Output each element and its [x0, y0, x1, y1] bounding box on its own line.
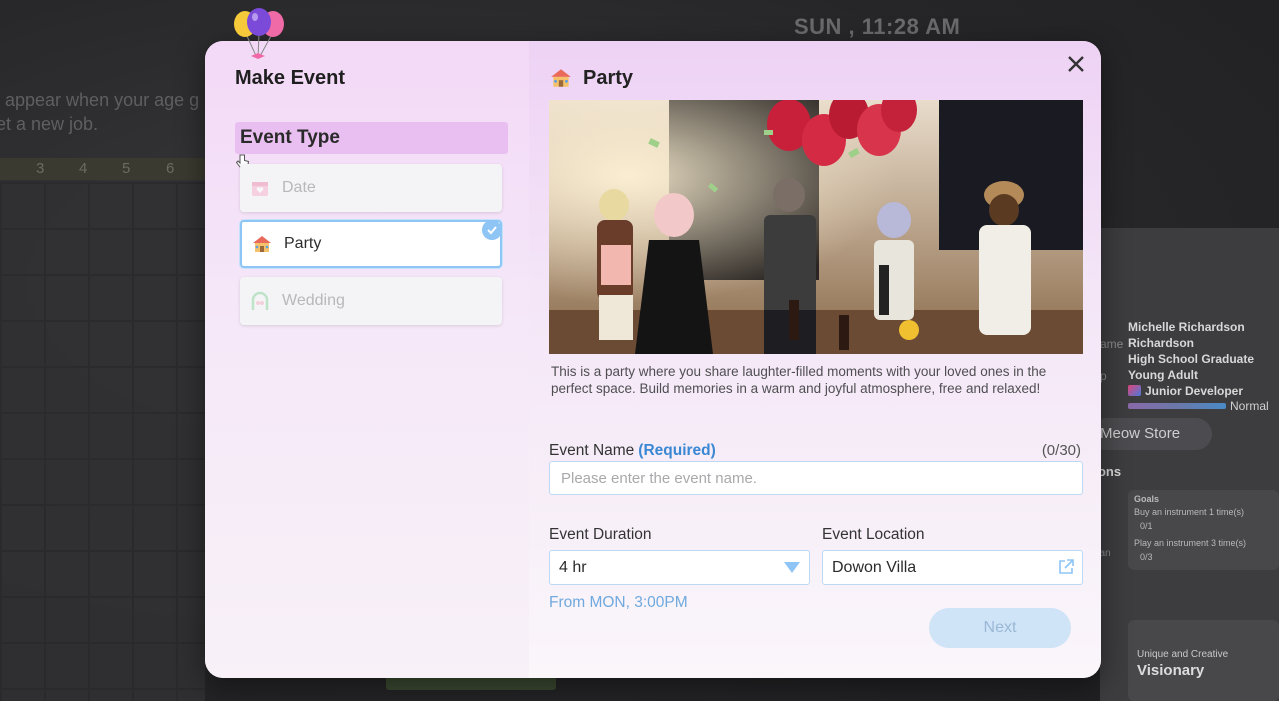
- next-button[interactable]: Next: [929, 608, 1071, 648]
- meow-store-button: Meow Store: [1090, 418, 1212, 450]
- background-bar: [386, 676, 556, 690]
- event-name-label-text: Event Name: [549, 442, 635, 459]
- external-link-icon[interactable]: [1057, 558, 1075, 576]
- background-hint: l appear when your age g et a new job.: [0, 88, 216, 136]
- hint-line: l appear when your age g: [0, 90, 200, 110]
- event-name-input[interactable]: [549, 461, 1083, 495]
- party-house-icon: [251, 233, 273, 255]
- trait-subtitle: Unique and Creative: [1137, 649, 1229, 660]
- event-detail-pane: Party This is a party where you share la…: [529, 41, 1101, 678]
- duration-value: 4 hr: [559, 559, 587, 576]
- name-char-counter: (0/30): [1041, 442, 1081, 459]
- trait-title: Visionary: [1137, 662, 1205, 679]
- goal-progress: 0/3: [1140, 552, 1153, 562]
- duration-select[interactable]: 4 hr: [549, 550, 810, 585]
- event-type-label: Date: [282, 179, 316, 196]
- event-type-pane: Make Event Event Type Date Party Wedding: [205, 41, 529, 678]
- goals-title: Goals: [1134, 494, 1160, 504]
- event-type-label: Wedding: [282, 292, 345, 309]
- profile-job: Junior Developer: [1128, 384, 1243, 398]
- goals-box: Goals Buy an instrument 1 time(s) 0/1 Pl…: [1128, 490, 1279, 570]
- event-name-label: Event Name (Required): [549, 442, 716, 460]
- profile-status: Normal: [1230, 399, 1269, 413]
- party-house-icon: [549, 66, 573, 90]
- goal-text: Buy an instrument 1 time(s): [1134, 507, 1245, 517]
- schedule-grid: [0, 182, 205, 701]
- profile-label: ame: [1100, 337, 1124, 351]
- ruler-number: 6: [166, 160, 175, 177]
- event-type-heading: Event Type: [235, 122, 508, 154]
- job-label: Junior Developer: [1145, 384, 1244, 398]
- ruler-number: 4: [79, 160, 88, 177]
- hint-line: et a new job.: [0, 114, 99, 134]
- location-value: Dowon Villa: [832, 559, 917, 576]
- location-field[interactable]: Dowon Villa: [822, 550, 1083, 585]
- event-description: This is a party where you share laughter…: [551, 364, 1047, 396]
- required-label: (Required): [638, 442, 716, 459]
- party-photo: [549, 100, 1083, 354]
- event-location-label: Event Location: [822, 526, 925, 543]
- event-type-party[interactable]: Party: [240, 220, 502, 268]
- job-icon: [1128, 385, 1141, 396]
- event-type-label: Party: [284, 235, 322, 252]
- profile-label: p: [1100, 369, 1107, 383]
- make-event-modal: Make Event Event Type Date Party Wedding: [205, 41, 1101, 678]
- profile-last-name: Richardson: [1128, 336, 1195, 350]
- profile-full-name: Michelle Richardson: [1128, 320, 1245, 334]
- status-bar: [1128, 403, 1226, 409]
- profile-education: High School Graduate: [1128, 352, 1255, 366]
- event-type-date[interactable]: Date: [240, 164, 502, 212]
- clock: SUN , 11:28 AM: [794, 14, 961, 39]
- detail-header: Party: [549, 66, 633, 90]
- close-button[interactable]: [1063, 51, 1089, 77]
- event-start-time: From MON, 3:00PM: [549, 594, 688, 611]
- goal-progress: 0/1: [1140, 521, 1153, 531]
- selected-check-icon: [482, 220, 502, 240]
- goal-text: Play an instrument 3 time(s): [1134, 538, 1247, 548]
- wedding-arch-icon: [249, 290, 271, 312]
- balloons-icon: [229, 8, 289, 64]
- profile-life-stage: Young Adult: [1128, 368, 1198, 382]
- event-duration-label: Event Duration: [549, 526, 652, 543]
- detail-title: Party: [583, 66, 634, 89]
- trait-card: Unique and Creative Visionary: [1128, 620, 1279, 701]
- close-icon: [1068, 56, 1084, 72]
- ruler-number: 3: [36, 160, 45, 177]
- event-type-wedding[interactable]: Wedding: [240, 277, 502, 325]
- ruler-number: 5: [122, 160, 131, 177]
- modal-title: Make Event: [235, 67, 346, 89]
- dropdown-arrow-icon: [784, 562, 800, 573]
- calendar-heart-icon: [249, 177, 271, 199]
- schedule-ruler: 3 4 5 6: [0, 158, 205, 180]
